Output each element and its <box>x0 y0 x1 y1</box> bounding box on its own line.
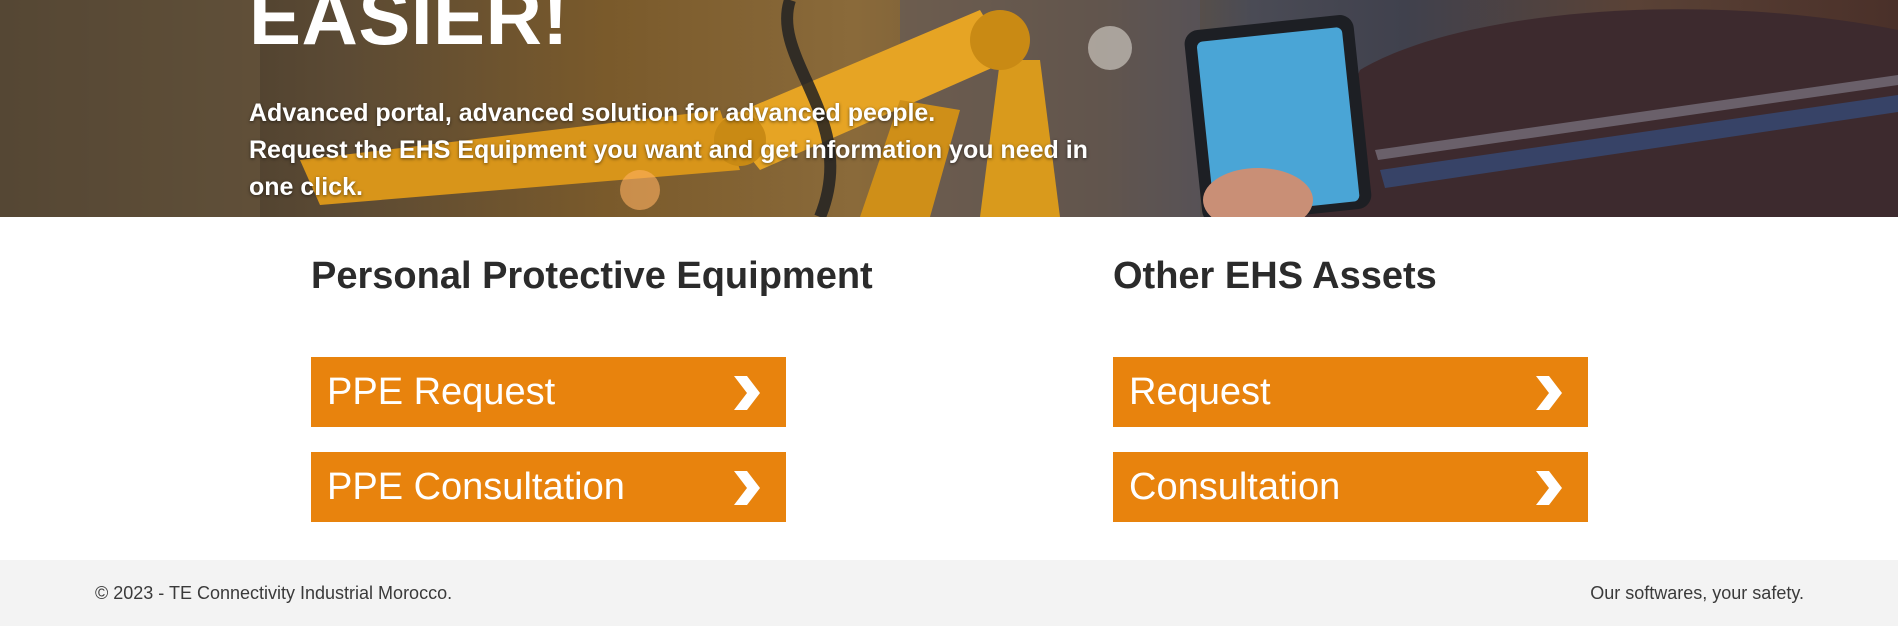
asset-consultation-button[interactable]: Consultation <box>1113 452 1588 522</box>
bg-light <box>1088 26 1132 70</box>
hero-line-2: Request the EHS Equipment you want and g… <box>249 136 1088 201</box>
other-assets-section-title: Other EHS Assets <box>1113 255 1437 297</box>
chevron-right-icon <box>734 471 760 505</box>
hero-description: Advanced portal, advanced solution for a… <box>249 95 1129 206</box>
asset-request-button[interactable]: Request <box>1113 357 1588 427</box>
robot-joint <box>970 10 1030 70</box>
bg-glow-left <box>0 0 260 217</box>
ppe-request-label: PPE Request <box>327 371 556 413</box>
ppe-consultation-button[interactable]: PPE Consultation <box>311 452 786 522</box>
asset-request-label: Request <box>1129 371 1271 413</box>
footer-tagline: Our softwares, your safety. <box>1590 583 1804 603</box>
asset-consultation-label: Consultation <box>1129 466 1341 508</box>
footer-copyright: © 2023 - TE Connectivity Industrial Moro… <box>95 583 453 603</box>
hero-line-1: Advanced portal, advanced solution for a… <box>249 99 936 127</box>
chevron-right-icon <box>1536 376 1562 410</box>
page: EASIER! Advanced portal, advanced soluti… <box>0 0 1898 626</box>
footer: © 2023 - TE Connectivity Industrial Moro… <box>0 560 1898 626</box>
hero-banner: EASIER! Advanced portal, advanced soluti… <box>0 0 1898 217</box>
ppe-consultation-label: PPE Consultation <box>327 466 625 508</box>
chevron-right-icon <box>734 376 760 410</box>
ppe-request-button[interactable]: PPE Request <box>311 357 786 427</box>
hero-title: EASIER! <box>249 0 569 61</box>
ppe-section-title: Personal Protective Equipment <box>311 255 873 297</box>
chevron-right-icon <box>1536 471 1562 505</box>
